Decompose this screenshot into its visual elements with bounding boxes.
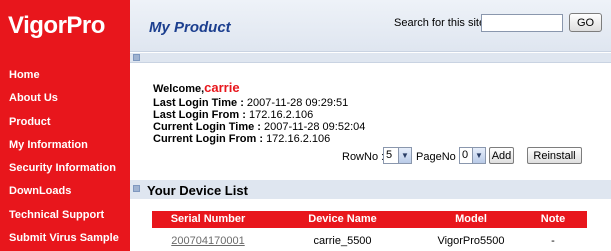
brand-logo: VigorPro xyxy=(8,12,105,39)
chevron-down-icon[interactable]: ▼ xyxy=(398,148,411,163)
last-login-from: Last Login From : 172.16.2.106 xyxy=(153,109,313,121)
sidebar-item-downloads[interactable]: DownLoads xyxy=(0,180,130,203)
info-label: Current Login Time : xyxy=(153,121,261,133)
square-bullet-icon xyxy=(133,54,140,61)
add-button[interactable]: Add xyxy=(489,147,514,164)
column-header-note: Note xyxy=(540,213,566,225)
go-button[interactable]: GO xyxy=(569,13,602,32)
info-label: Last Login From : xyxy=(153,109,246,121)
reinstall-button[interactable]: Reinstall xyxy=(527,147,582,164)
header-bar: My Product Search for this site GO xyxy=(130,0,611,52)
rowno-value: 5 xyxy=(386,149,393,161)
sidebar-item-submit-virus-sample[interactable]: Submit Virus Sample xyxy=(0,227,130,250)
sidebar-item-home[interactable]: Home xyxy=(0,64,130,87)
search-label: Search for this site xyxy=(394,17,486,29)
table-header: Serial Number Device Name Model Note xyxy=(152,211,587,228)
welcome-message: Welcome,carrie xyxy=(153,80,240,95)
model-cell: VigorPro5500 xyxy=(437,235,505,247)
square-bullet-icon xyxy=(133,185,140,192)
rowno-label: RowNo : xyxy=(342,151,385,163)
sidebar-item-security-information[interactable]: Security Information xyxy=(0,157,130,180)
info-value: 2007-11-28 09:52:04 xyxy=(264,121,366,133)
last-login-time: Last Login Time : 2007-11-28 09:29:51 xyxy=(153,97,348,109)
device-list-title: Your Device List xyxy=(147,183,248,198)
sidebar-item-about-us[interactable]: About Us xyxy=(0,87,130,110)
pageno-value: 0 xyxy=(462,149,469,161)
info-label: Last Login Time : xyxy=(153,97,244,109)
sidebar-item-product[interactable]: Product xyxy=(0,111,130,134)
pageno-select[interactable]: 0 ▼ xyxy=(459,147,486,164)
sidebar-item-my-information[interactable]: My Information xyxy=(0,134,130,157)
info-value: 2007-11-28 09:29:51 xyxy=(246,97,349,109)
column-header-serial: Serial Number xyxy=(170,213,246,225)
sidebar-nav: Home About Us Product My Information Sec… xyxy=(0,64,130,250)
column-header-device-name: Device Name xyxy=(308,213,377,225)
rowno-select[interactable]: 5 ▼ xyxy=(383,147,412,164)
note-cell: - xyxy=(551,235,555,247)
info-label: Current Login From : xyxy=(153,133,263,145)
current-login-from: Current Login From : 172.16.2.106 xyxy=(153,133,330,145)
pageno-label: PageNo : xyxy=(416,151,462,163)
page-title: My Product xyxy=(149,19,231,36)
column-header-model: Model xyxy=(455,213,487,225)
header-divider-bar xyxy=(130,53,611,63)
device-name-cell: carrie_5500 xyxy=(313,235,372,247)
serial-number-link[interactable]: 200704170001 xyxy=(152,235,264,247)
username: carrie xyxy=(204,80,240,95)
search-input[interactable] xyxy=(481,14,563,32)
sidebar-item-technical-support[interactable]: Technical Support xyxy=(0,204,130,227)
chevron-down-icon[interactable]: ▼ xyxy=(472,148,485,163)
info-value: 172.16.2.106 xyxy=(266,133,331,145)
sidebar: VigorPro Home About Us Product My Inform… xyxy=(0,0,130,251)
current-login-time: Current Login Time : 2007-11-28 09:52:04 xyxy=(153,121,365,133)
welcome-prefix: Welcome, xyxy=(153,83,205,95)
info-value: 172.16.2.106 xyxy=(248,109,314,121)
